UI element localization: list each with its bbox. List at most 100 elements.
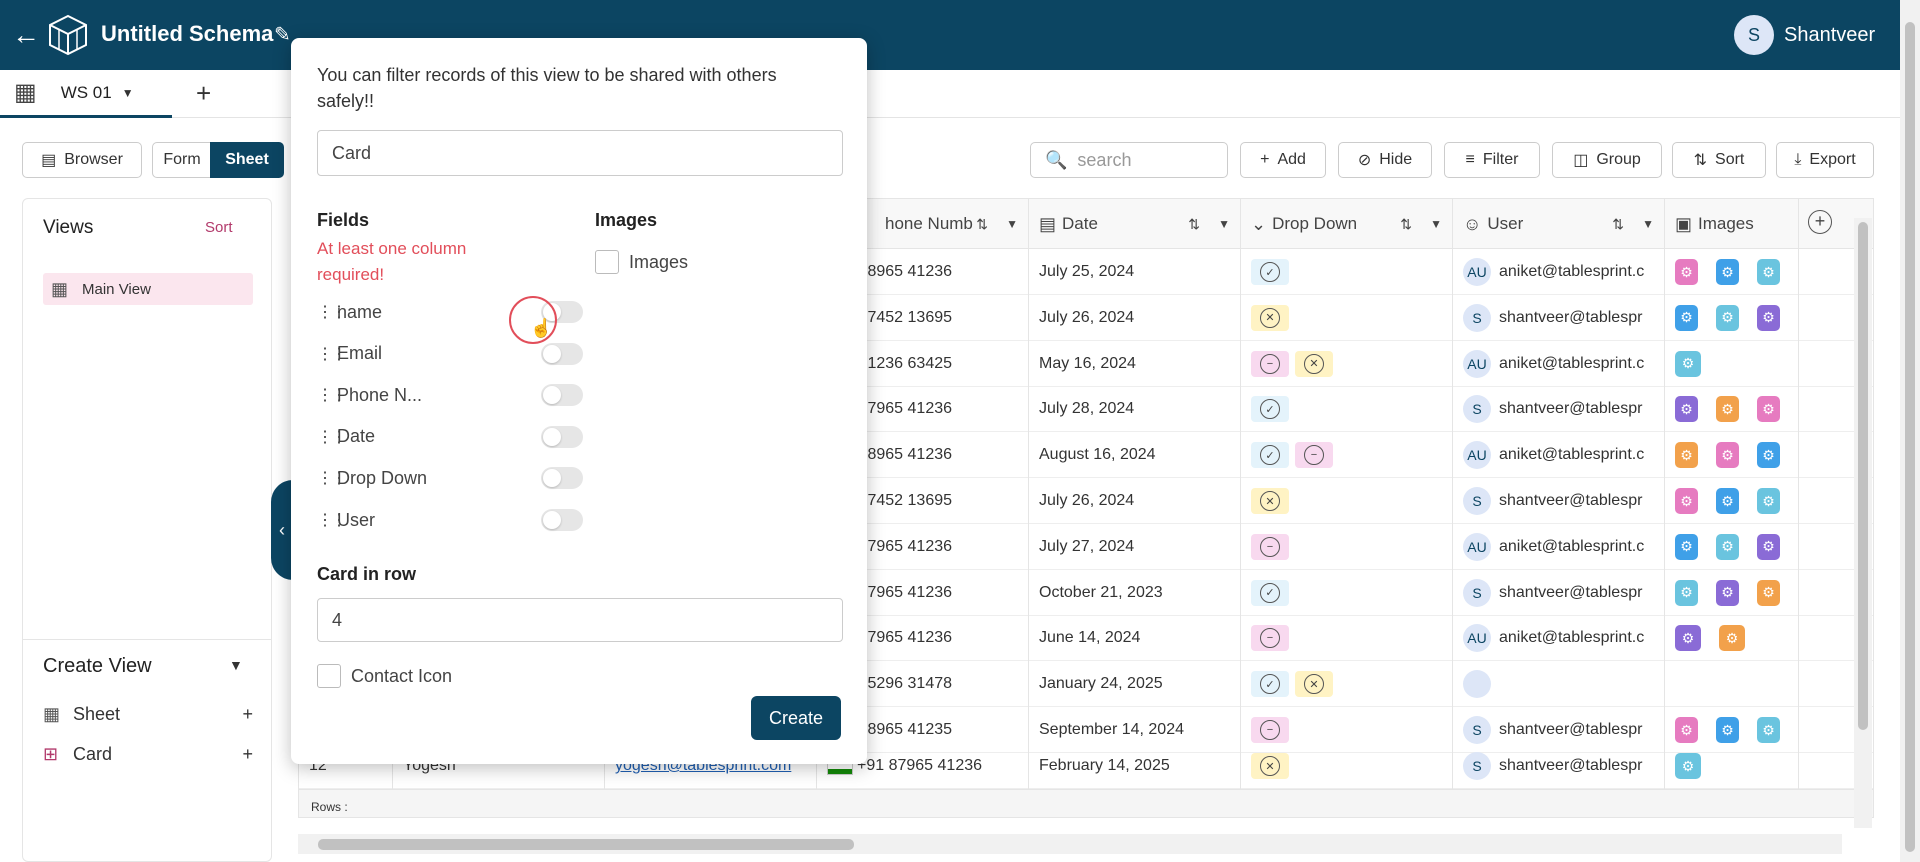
image-thumbnail-icon[interactable]: ⚙ bbox=[1675, 753, 1701, 779]
date-cell[interactable]: January 24, 2025 bbox=[1029, 661, 1241, 708]
dropdown-cell[interactable]: − bbox=[1241, 615, 1453, 662]
tab-ws-01[interactable]: ▦ WS 01 ▼ bbox=[0, 70, 172, 118]
edit-title-icon[interactable]: ✎ bbox=[274, 22, 291, 47]
field-toggle-row[interactable]: ⋮⋮ User bbox=[317, 506, 583, 534]
user-cell[interactable]: Sshantveer@tablespr bbox=[1453, 386, 1665, 433]
create-card-view[interactable]: ⊞ Card + bbox=[43, 739, 253, 769]
add-column-icon[interactable]: + bbox=[1808, 210, 1832, 234]
field-toggle-row[interactable]: ⋮⋮ Date bbox=[317, 423, 583, 451]
user-cell[interactable]: AU aniket@tablesprint.c bbox=[1453, 249, 1665, 295]
date-cell[interactable]: February 14, 2025 bbox=[1029, 743, 1241, 789]
sort-icon[interactable]: ⇅ bbox=[1188, 216, 1200, 233]
date-cell[interactable]: July 26, 2024 bbox=[1029, 294, 1241, 341]
image-thumbnail-icon[interactable]: ⚙ bbox=[1675, 579, 1698, 606]
user-cell[interactable]: Sshantveer@tablespr bbox=[1453, 743, 1665, 789]
image-thumbnail-icon[interactable]: ⚙ bbox=[1716, 533, 1739, 560]
user-cell[interactable]: AU aniket@tablesprint.c bbox=[1453, 432, 1665, 479]
user-name[interactable]: Shantveer bbox=[1784, 24, 1875, 47]
export-button[interactable]: ⤓ Export bbox=[1776, 142, 1874, 178]
image-thumbnail-icon[interactable]: ⚙ bbox=[1675, 442, 1698, 469]
dropdown-cell[interactable]: ✓ − bbox=[1241, 432, 1453, 479]
image-thumbnail-icon[interactable]: ⚙ bbox=[1757, 442, 1780, 469]
date-cell[interactable]: August 16, 2024 bbox=[1029, 432, 1241, 479]
images-cell[interactable]: ⚙ ⚙ ⚙ bbox=[1665, 294, 1799, 341]
scroll-thumb[interactable] bbox=[1858, 222, 1868, 730]
date-cell[interactable]: July 26, 2024 bbox=[1029, 478, 1241, 524]
field-toggle[interactable] bbox=[541, 467, 583, 490]
dropdown-cell[interactable]: ✕ bbox=[1241, 294, 1453, 341]
images-cell[interactable]: ⚙ bbox=[1665, 340, 1799, 387]
horizontal-scrollbar[interactable] bbox=[298, 834, 1842, 854]
image-thumbnail-icon[interactable]: ⚙ bbox=[1716, 259, 1739, 285]
header-cell-images[interactable]: ▣ Images bbox=[1665, 199, 1799, 249]
sort-button[interactable]: ⇅ Sort bbox=[1672, 142, 1766, 178]
user-cell[interactable]: Sshantveer@tablespr bbox=[1453, 294, 1665, 341]
image-thumbnail-icon[interactable]: ⚙ bbox=[1716, 304, 1739, 331]
search-box[interactable]: 🔍 bbox=[1030, 142, 1228, 178]
date-cell[interactable]: July 27, 2024 bbox=[1029, 523, 1241, 570]
views-sort-link[interactable]: Sort bbox=[205, 219, 233, 236]
field-toggle[interactable] bbox=[541, 342, 583, 365]
date-cell[interactable]: May 16, 2024 bbox=[1029, 340, 1241, 387]
field-toggle-row[interactable]: ⋮⋮ Phone N... bbox=[317, 381, 583, 409]
add-button[interactable]: + Add bbox=[1240, 142, 1326, 178]
sidebar-item-main-view[interactable]: ▦ Main View bbox=[43, 273, 253, 305]
sort-icon[interactable]: ⇅ bbox=[976, 216, 988, 233]
drag-handle-icon[interactable]: ⋮⋮ bbox=[317, 510, 347, 530]
page-scrollbar[interactable] bbox=[1900, 0, 1920, 862]
form-view-button[interactable]: Form bbox=[152, 142, 212, 178]
image-thumbnail-icon[interactable]: ⚙ bbox=[1719, 625, 1745, 652]
filter-button[interactable]: ≡ Filter bbox=[1444, 142, 1540, 178]
image-thumbnail-icon[interactable]: ⚙ bbox=[1716, 579, 1739, 606]
image-thumbnail-icon[interactable]: ⚙ bbox=[1716, 442, 1739, 469]
sheet-view-button[interactable]: Sheet bbox=[210, 142, 284, 178]
chevron-down-icon[interactable]: ▼ bbox=[1006, 217, 1018, 231]
image-thumbnail-icon[interactable]: ⚙ bbox=[1675, 488, 1698, 514]
search-input[interactable] bbox=[1077, 149, 1218, 171]
chevron-down-icon[interactable]: ▼ bbox=[1430, 217, 1442, 231]
images-cell[interactable] bbox=[1665, 661, 1799, 708]
field-toggle[interactable] bbox=[541, 384, 583, 407]
field-toggle[interactable] bbox=[541, 509, 583, 531]
image-thumbnail-icon[interactable]: ⚙ bbox=[1757, 579, 1780, 606]
create-button[interactable]: Create bbox=[751, 696, 841, 740]
date-cell[interactable]: July 28, 2024 bbox=[1029, 386, 1241, 433]
images-cell[interactable]: ⚙ ⚙ ⚙ bbox=[1665, 432, 1799, 479]
card-in-row-input[interactable] bbox=[317, 598, 843, 642]
dropdown-cell[interactable]: − ✕ bbox=[1241, 340, 1453, 387]
collapse-sidebar-button[interactable]: ‹ bbox=[271, 480, 293, 580]
dropdown-cell[interactable]: ✓ bbox=[1241, 249, 1453, 295]
contact-icon-row[interactable]: Contact Icon bbox=[317, 664, 452, 688]
image-thumbnail-icon[interactable]: ⚙ bbox=[1757, 304, 1780, 331]
image-thumbnail-icon[interactable]: ⚙ bbox=[1757, 717, 1780, 743]
date-cell[interactable]: July 25, 2024 bbox=[1029, 249, 1241, 295]
image-thumbnail-icon[interactable]: ⚙ bbox=[1716, 717, 1739, 743]
user-cell[interactable]: AU aniket@tablesprint.c bbox=[1453, 615, 1665, 662]
image-thumbnail-icon[interactable]: ⚙ bbox=[1675, 259, 1698, 285]
drag-handle-icon[interactable]: ⋮⋮ bbox=[317, 302, 347, 322]
user-avatar[interactable]: S bbox=[1734, 15, 1774, 55]
header-cell-date[interactable]: ▤ Date ⇅ ▼ bbox=[1029, 199, 1241, 249]
plus-icon[interactable]: + bbox=[242, 744, 253, 765]
dropdown-cell[interactable]: ✕ bbox=[1241, 478, 1453, 524]
scroll-thumb[interactable] bbox=[1905, 22, 1915, 852]
drag-handle-icon[interactable]: ⋮⋮ bbox=[317, 385, 347, 405]
image-thumbnail-icon[interactable]: ⚙ bbox=[1757, 533, 1780, 560]
dropdown-cell[interactable]: ✓ ✕ bbox=[1241, 661, 1453, 708]
scroll-thumb[interactable] bbox=[318, 839, 854, 850]
drag-handle-icon[interactable]: ⋮⋮ bbox=[317, 468, 347, 488]
image-thumbnail-icon[interactable]: ⚙ bbox=[1757, 396, 1780, 423]
drag-handle-icon[interactable]: ⋮⋮ bbox=[317, 344, 347, 364]
chevron-down-icon[interactable]: ▼ bbox=[1218, 217, 1230, 231]
user-cell[interactable] bbox=[1453, 661, 1665, 708]
field-toggle-row[interactable]: ⋮⋮ Email bbox=[317, 340, 583, 368]
image-thumbnail-icon[interactable]: ⚙ bbox=[1675, 396, 1698, 423]
image-thumbnail-icon[interactable]: ⚙ bbox=[1675, 625, 1701, 652]
dropdown-cell[interactable]: − bbox=[1241, 523, 1453, 570]
hide-button[interactable]: ⊘ Hide bbox=[1338, 142, 1432, 178]
image-thumbnail-icon[interactable]: ⚙ bbox=[1757, 259, 1780, 285]
user-cell[interactable]: Sshantveer@tablespr bbox=[1453, 478, 1665, 524]
contact-icon-checkbox[interactable] bbox=[317, 664, 341, 688]
images-cell[interactable]: ⚙ ⚙ ⚙ bbox=[1665, 249, 1799, 295]
user-cell[interactable]: Sshantveer@tablespr bbox=[1453, 569, 1665, 616]
